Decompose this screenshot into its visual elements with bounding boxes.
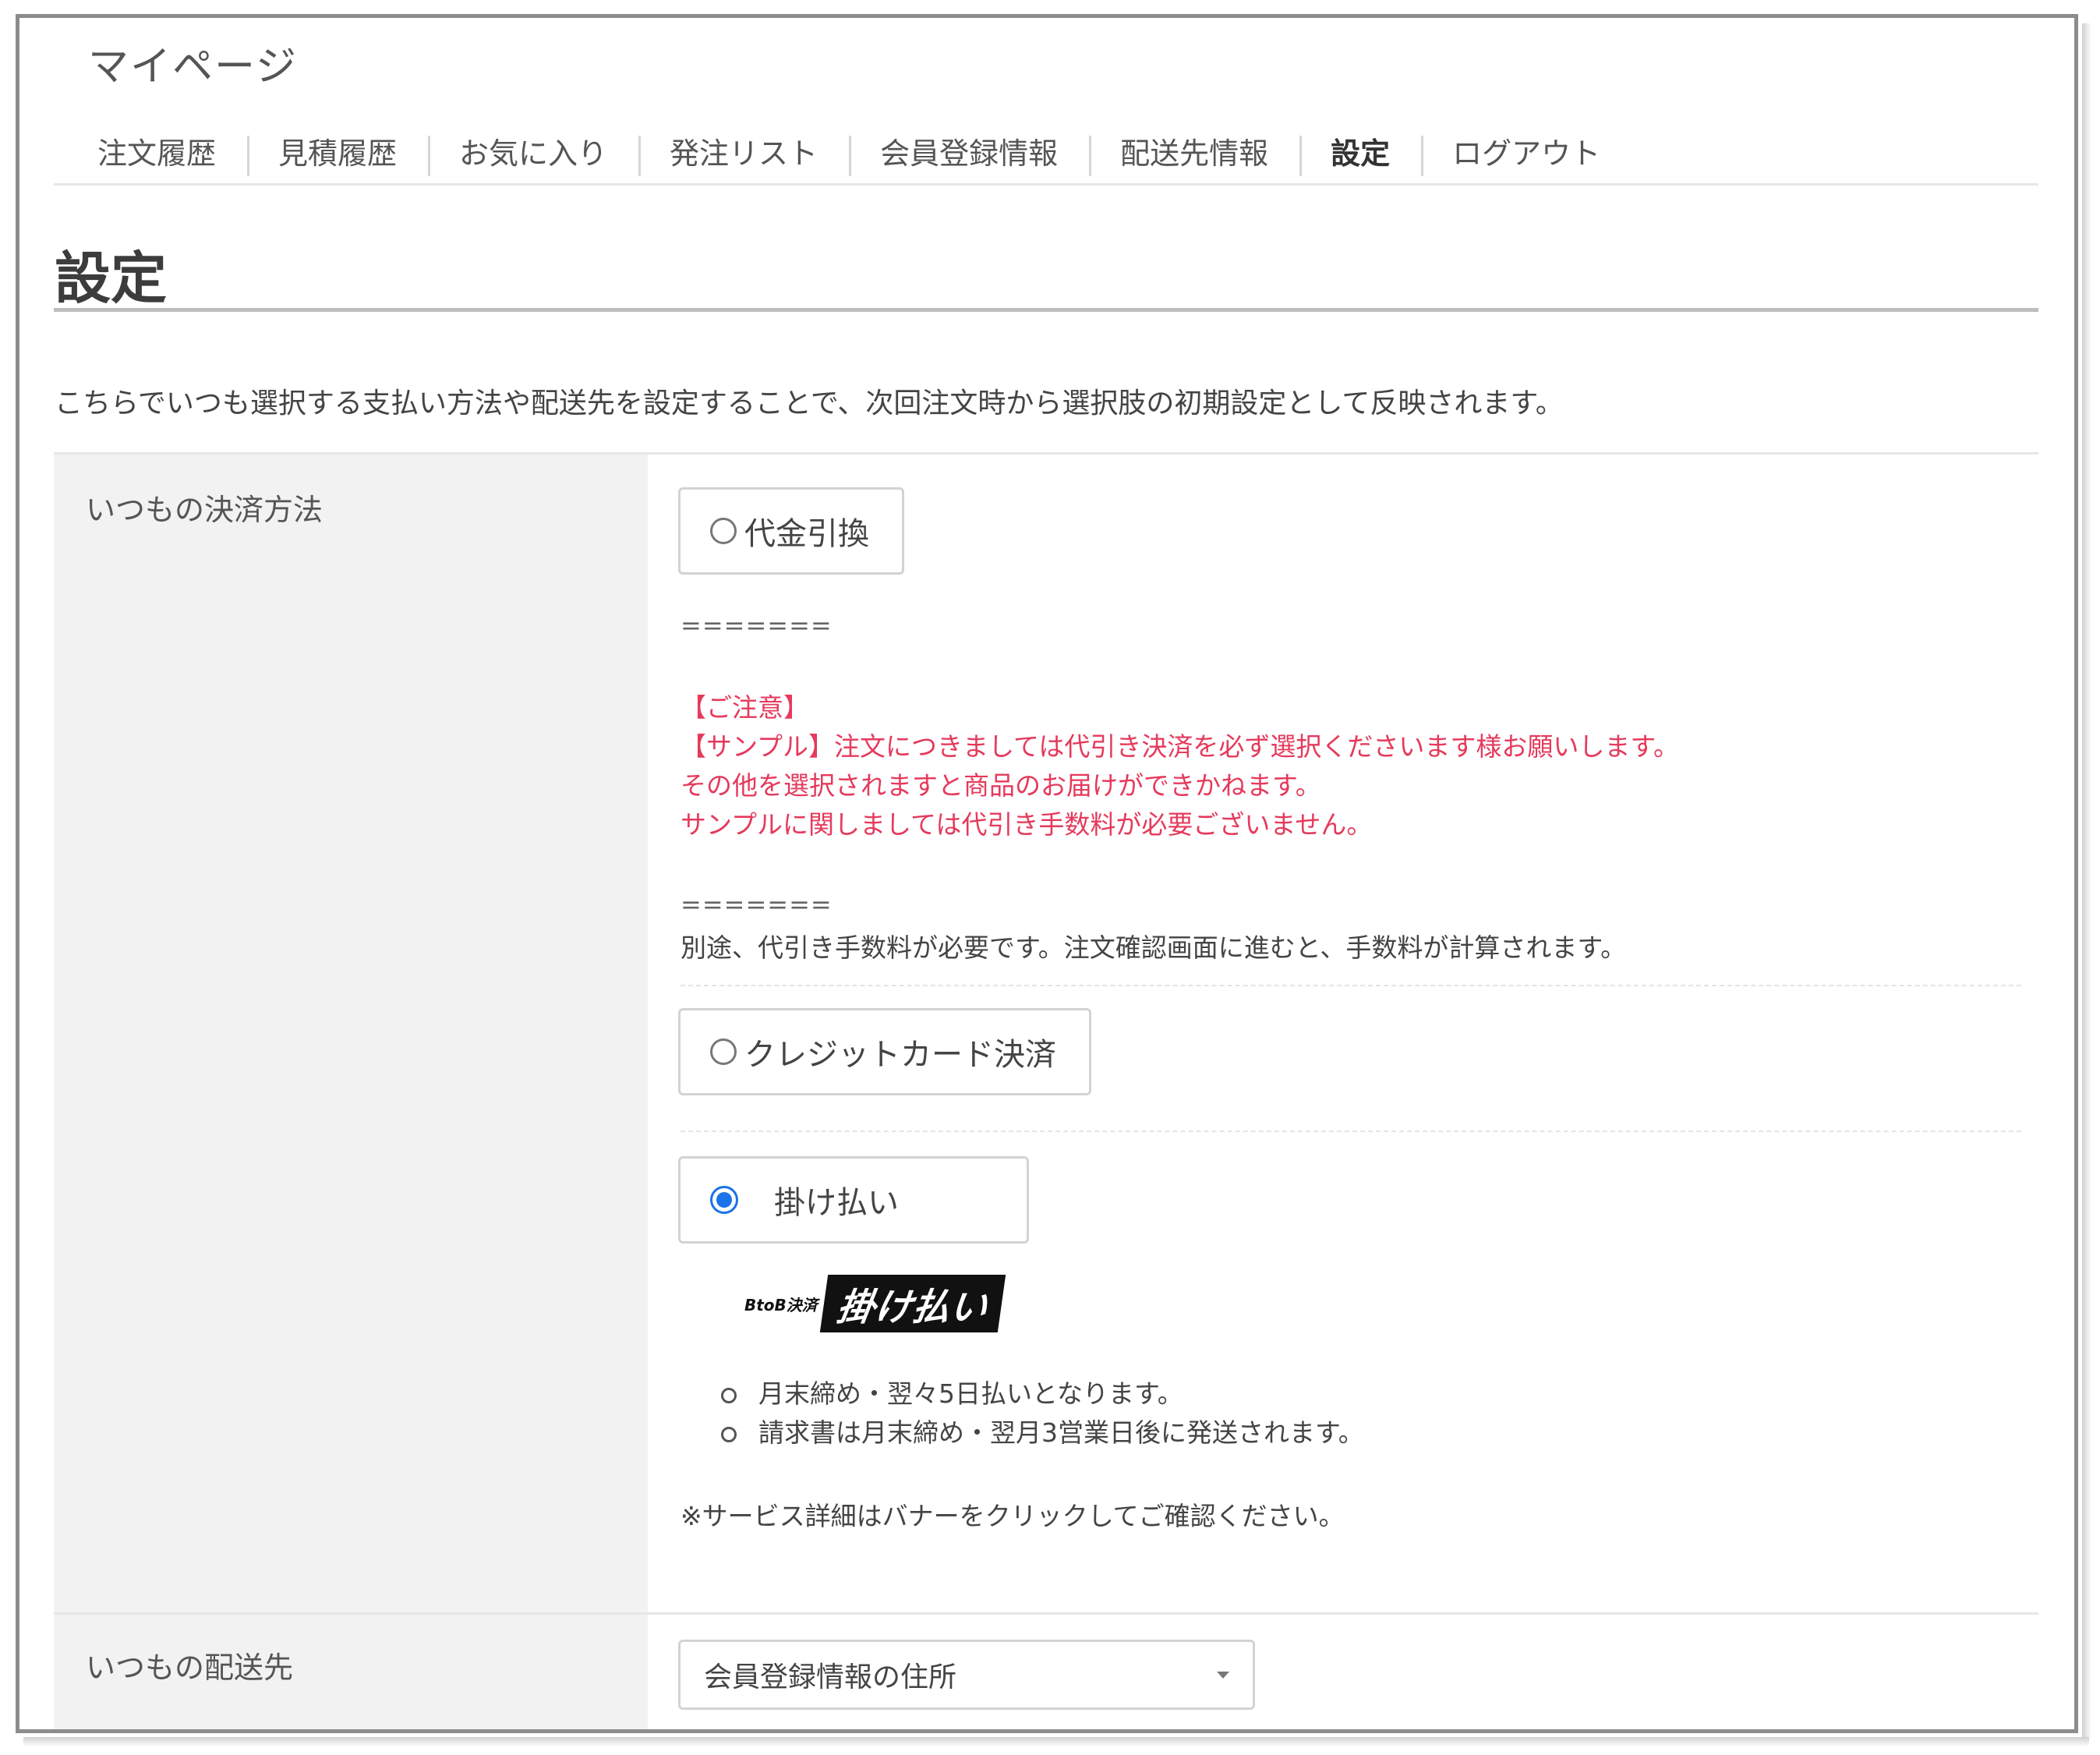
page-frame: マイページ 注文履歴 見積履歴 お気に入り 発注リスト 会員登録情報 配送先情報… (16, 14, 2078, 1733)
separator-bottom: ======= (681, 890, 833, 919)
radio-invoice-label: 掛け払い (774, 1185, 899, 1221)
nav-favorites[interactable]: お気に入り (428, 129, 638, 176)
list-item: 請求書は月末締め・翌月3営業日後に発送されます。 (721, 1414, 1364, 1452)
shipping-address-select[interactable]: 会員登録情報の住所 (678, 1640, 1255, 1710)
service-detail-note: ※サービス詳細はバナーをクリックしてご確認ください。 (681, 1501, 1345, 1531)
shipping-label: いつもの配送先 (86, 1651, 294, 1685)
frame-shadow (2082, 23, 2091, 1739)
mypage-nav: 注文履歴 見積履歴 お気に入り 発注リスト 会員登録情報 配送先情報 設定 ログ… (82, 111, 1632, 189)
payment-method-label: いつもの決済方法 (86, 493, 323, 527)
banner-btob-text: BtoB決済 (744, 1295, 818, 1314)
invoice-banner[interactable]: BtoB決済 掛け払い (744, 1275, 1006, 1332)
banner-invoice-text: 掛け払い (819, 1275, 1006, 1332)
notice-line: その他を選択されますと商品のお届けができかねます。 (681, 770, 1321, 801)
chevron-down-icon (1217, 1672, 1229, 1679)
nav-order-history[interactable]: 注文履歴 (82, 129, 247, 172)
nav-settings[interactable]: 設定 (1299, 129, 1421, 176)
radio-invoice[interactable]: 掛け払い (678, 1156, 1029, 1244)
cod-fee-note: 別途、代引き手数料が必要です。注文確認画面に進むと、手数料が計算されます。 (681, 932, 1627, 963)
payment-label-cell (54, 455, 648, 1614)
separator-top: ======= (681, 610, 833, 640)
radio-cod[interactable]: 代金引換 (678, 487, 904, 575)
list-item: 月末締め・翌々5日払いとなります。 (721, 1375, 1364, 1414)
frame-shadow (23, 1737, 2089, 1746)
nav-shipping-info[interactable]: 配送先情報 (1089, 129, 1299, 176)
option-divider (681, 1130, 2021, 1132)
page-title: 設定 (55, 246, 168, 311)
option-divider (681, 985, 2021, 986)
nav-quote-history[interactable]: 見積履歴 (247, 129, 428, 176)
nav-member-info[interactable]: 会員登録情報 (849, 129, 1089, 176)
cod-notice: 【ご注意】 【サンプル】注文につきましては代引き決済を必ず選択くださいます様お願… (681, 688, 1679, 844)
nav-logout[interactable]: ログアウト (1421, 129, 1632, 176)
radio-credit-card-label: クレジットカード決済 (744, 1037, 1056, 1073)
notice-line: 【サンプル】注文につきましては代引き決済を必ず選択くださいます様お願いします。 (681, 731, 1680, 762)
notice-line: 【ご注意】 (681, 692, 809, 723)
nav-order-list[interactable]: 発注リスト (638, 129, 849, 176)
radio-unchecked-icon[interactable] (710, 1038, 737, 1065)
invoice-terms-list: 月末締め・翌々5日払いとなります。 請求書は月末締め・翌月3営業日後に発送されま… (721, 1375, 1364, 1452)
title-underline (54, 308, 2038, 312)
nav-divider (54, 183, 2038, 186)
shipping-select-value: 会員登録情報の住所 (704, 1661, 957, 1693)
settings-intro-text: こちらでいつも選択する支払い方法や配送先を設定することで、次回注文時から選択肢の… (55, 387, 1564, 419)
notice-line: サンプルに関しましては代引き手数料が必要ございません。 (681, 809, 1373, 840)
radio-checked-icon[interactable] (710, 1186, 738, 1214)
radio-credit-card[interactable]: クレジットカード決済 (678, 1008, 1091, 1095)
radio-cod-label: 代金引換 (744, 516, 869, 552)
mypage-title: マイページ (88, 44, 298, 90)
radio-unchecked-icon[interactable] (710, 518, 737, 544)
